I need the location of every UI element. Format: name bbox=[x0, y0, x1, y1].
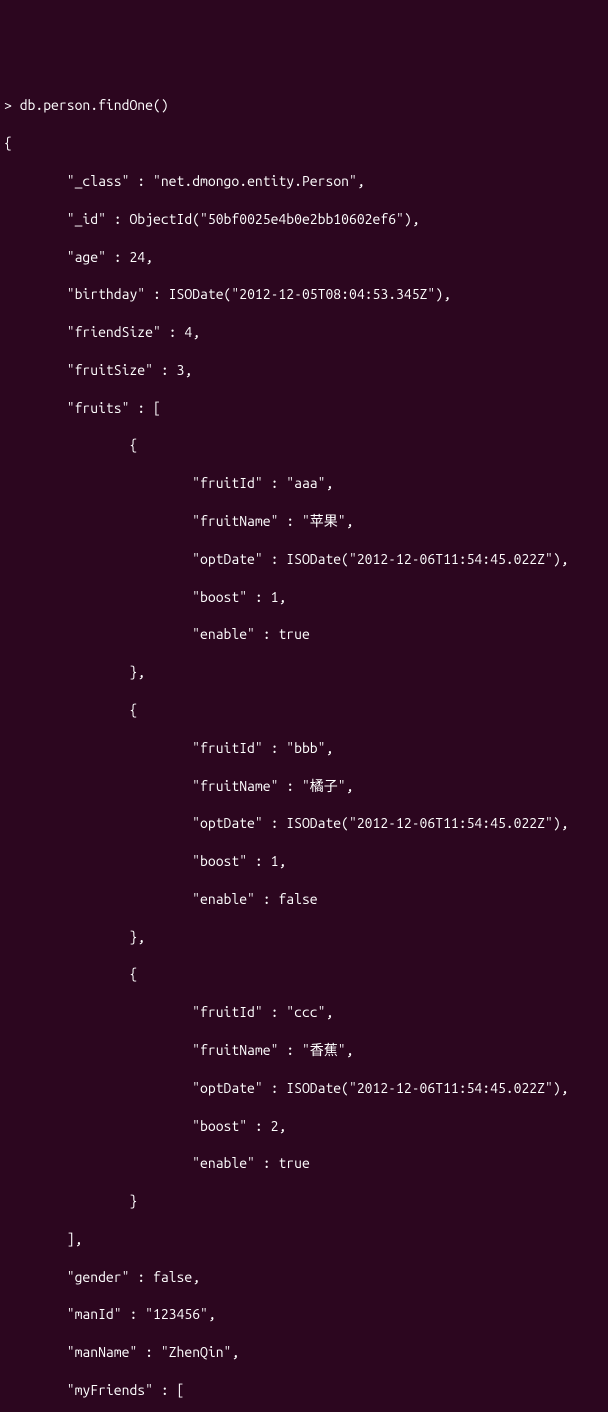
key: "birthday" bbox=[67, 286, 145, 302]
value: 2, bbox=[271, 1118, 287, 1134]
value: 3, bbox=[177, 362, 193, 378]
key: "boost" bbox=[192, 589, 247, 605]
value: "苹果", bbox=[302, 513, 354, 529]
fruit-1-boost: "boost" : 1, bbox=[4, 852, 604, 871]
fruit-2-optdate: "optDate" : ISODate("2012-12-06T11:54:45… bbox=[4, 1079, 604, 1098]
key: "fruits" : [ bbox=[67, 400, 161, 416]
open-brace: { bbox=[4, 134, 604, 153]
value: false bbox=[278, 891, 317, 907]
field-manname: "manName" : "ZhenQin", bbox=[4, 1343, 604, 1362]
key: "fruitName" bbox=[192, 1042, 278, 1058]
fruit-1-open: { bbox=[4, 701, 604, 720]
key: "myFriends" : [ bbox=[67, 1382, 185, 1398]
fruit-1-id: "fruitId" : "bbb", bbox=[4, 739, 604, 758]
fruit-0-name: "fruitName" : "苹果", bbox=[4, 512, 604, 531]
field-gender: "gender" : false, bbox=[4, 1268, 604, 1287]
value: true bbox=[278, 626, 309, 642]
value: "bbb", bbox=[286, 740, 333, 756]
value: 1, bbox=[271, 589, 287, 605]
field-friendsize: "friendSize" : 4, bbox=[4, 323, 604, 342]
field-manid: "manId" : "123456", bbox=[4, 1305, 604, 1324]
fruit-0-id: "fruitId" : "aaa", bbox=[4, 474, 604, 493]
value: ISODate("2012-12-06T11:54:45.022Z"), bbox=[286, 1080, 568, 1096]
fruit-1-enable: "enable" : false bbox=[4, 890, 604, 909]
fruit-0-optdate: "optDate" : ISODate("2012-12-06T11:54:45… bbox=[4, 550, 604, 569]
field-class: "_class" : "net.dmongo.entity.Person", bbox=[4, 172, 604, 191]
key: "boost" bbox=[192, 1118, 247, 1134]
fruit-2-name: "fruitName" : "香蕉", bbox=[4, 1041, 604, 1060]
field-myfriends-open: "myFriends" : [ bbox=[4, 1381, 604, 1400]
fruit-1-name: "fruitName" : "橘子", bbox=[4, 777, 604, 796]
fruit-2-enable: "enable" : true bbox=[4, 1154, 604, 1173]
key: "manId" bbox=[67, 1306, 122, 1322]
key: "fruitId" bbox=[192, 475, 263, 491]
fruit-2-close: } bbox=[4, 1192, 604, 1211]
key: "manName" bbox=[67, 1344, 138, 1360]
key: "optDate" bbox=[192, 551, 263, 567]
field-birthday: "birthday" : ISODate("2012-12-05T08:04:5… bbox=[4, 285, 604, 304]
command-line[interactable]: > db.person.findOne() bbox=[4, 96, 604, 115]
value: "ccc", bbox=[286, 1004, 333, 1020]
field-age: "age" : 24, bbox=[4, 248, 604, 267]
key: "_class" bbox=[67, 173, 130, 189]
value: 4, bbox=[184, 324, 200, 340]
key: "age" bbox=[67, 249, 106, 265]
prompt-symbol: > bbox=[4, 97, 20, 113]
value: 24, bbox=[129, 249, 153, 265]
command-text: db.person.findOne() bbox=[20, 97, 169, 113]
key: "enable" bbox=[192, 891, 255, 907]
key: "optDate" bbox=[192, 1080, 263, 1096]
fruit-2-id: "fruitId" : "ccc", bbox=[4, 1003, 604, 1022]
field-fruitsize: "fruitSize" : 3, bbox=[4, 361, 604, 380]
fruit-0-boost: "boost" : 1, bbox=[4, 588, 604, 607]
key: "fruitSize" bbox=[67, 362, 153, 378]
key: "enable" bbox=[192, 626, 255, 642]
key: "fruitId" bbox=[192, 740, 263, 756]
value: false, bbox=[153, 1269, 200, 1285]
value: ObjectId("50bf0025e4b0e2bb10602ef6"), bbox=[129, 211, 419, 227]
field-id: "_id" : ObjectId("50bf0025e4b0e2bb10602e… bbox=[4, 210, 604, 229]
key: "fruitName" bbox=[192, 778, 278, 794]
value: "aaa", bbox=[286, 475, 333, 491]
key: "fruitId" bbox=[192, 1004, 263, 1020]
fruit-2-open: { bbox=[4, 965, 604, 984]
value: "橘子", bbox=[302, 778, 354, 794]
value: ISODate("2012-12-06T11:54:45.022Z"), bbox=[286, 551, 568, 567]
value: "ZhenQin", bbox=[161, 1344, 239, 1360]
key: "boost" bbox=[192, 853, 247, 869]
fruit-0-enable: "enable" : true bbox=[4, 625, 604, 644]
fruit-1-optdate: "optDate" : ISODate("2012-12-06T11:54:45… bbox=[4, 814, 604, 833]
fruit-1-close: }, bbox=[4, 928, 604, 947]
key: "optDate" bbox=[192, 815, 263, 831]
key: "enable" bbox=[192, 1155, 255, 1171]
key: "friendSize" bbox=[67, 324, 161, 340]
fruit-2-boost: "boost" : 2, bbox=[4, 1117, 604, 1136]
value: "123456", bbox=[145, 1306, 216, 1322]
value: "net.dmongo.entity.Person", bbox=[153, 173, 365, 189]
value: "香蕉", bbox=[302, 1042, 354, 1058]
fruits-close: ], bbox=[4, 1230, 604, 1249]
key: "fruitName" bbox=[192, 513, 278, 529]
value: 1, bbox=[271, 853, 287, 869]
fruit-0-open: { bbox=[4, 436, 604, 455]
key: "gender" bbox=[67, 1269, 130, 1285]
value: true bbox=[278, 1155, 309, 1171]
value: ISODate("2012-12-06T11:54:45.022Z"), bbox=[286, 815, 568, 831]
field-fruits-open: "fruits" : [ bbox=[4, 399, 604, 418]
terminal-output: > db.person.findOne() { "_class" : "net.… bbox=[4, 78, 604, 1412]
key: "_id" bbox=[67, 211, 106, 227]
fruit-0-close: }, bbox=[4, 663, 604, 682]
value: ISODate("2012-12-05T08:04:53.345Z"), bbox=[169, 286, 451, 302]
